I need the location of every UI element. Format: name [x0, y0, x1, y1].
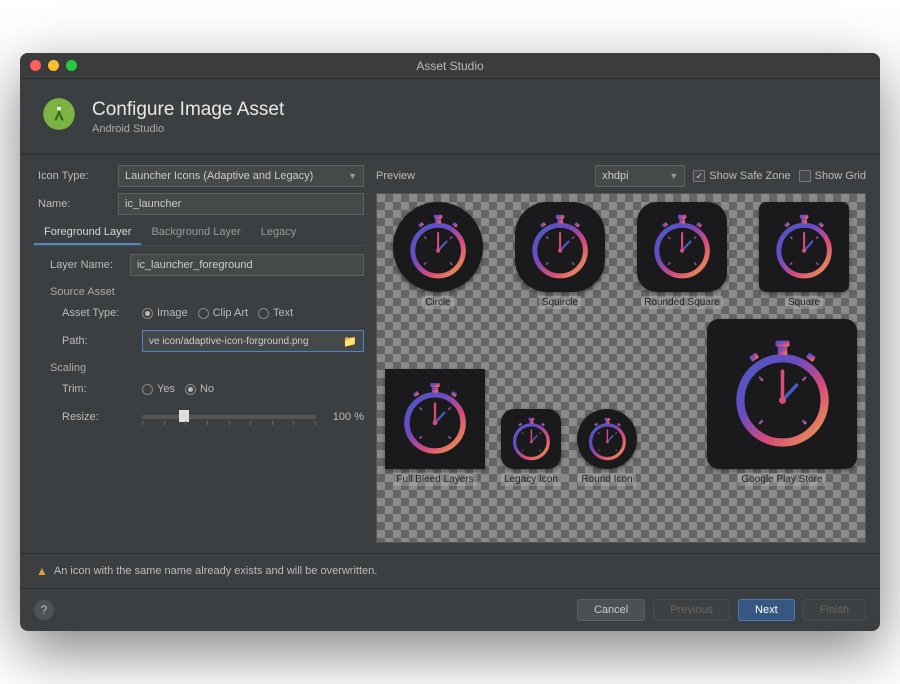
tab-background-layer[interactable]: Background Layer — [141, 221, 250, 245]
trim-label: Trim: — [58, 383, 142, 395]
radio-text[interactable]: Text — [258, 307, 293, 319]
window-title: Asset Studio — [20, 59, 880, 73]
chevron-down-icon: ▼ — [669, 171, 678, 181]
warning-bar: ▲ An icon with the same name already exi… — [20, 553, 880, 588]
tab-foreground-layer[interactable]: Foreground Layer — [34, 221, 141, 245]
cancel-button[interactable]: Cancel — [577, 599, 645, 621]
chevron-down-icon: ▼ — [348, 171, 357, 181]
folder-icon[interactable]: 📁 — [343, 335, 357, 348]
preview-squircle: Squircle — [515, 202, 605, 309]
preview-square: Square — [759, 202, 849, 309]
dialog-footer: ? Cancel Previous Next Finish — [20, 588, 880, 631]
tab-legacy[interactable]: Legacy — [251, 221, 306, 245]
dialog-title: Configure Image Asset — [92, 99, 284, 121]
resize-slider[interactable] — [142, 415, 316, 419]
icon-type-label: Icon Type: — [34, 170, 118, 182]
radio-image[interactable]: Image — [142, 307, 188, 319]
scaling-label: Scaling — [46, 358, 364, 378]
next-button[interactable]: Next — [738, 599, 795, 621]
asset-type-label: Asset Type: — [58, 307, 142, 319]
preview-play-store: Google Play Store — [707, 319, 857, 486]
name-input[interactable] — [118, 193, 364, 215]
resize-value: 100 % — [324, 411, 364, 423]
preview-panel: Preview xhdpi ▼ Show Safe Zone Show Grid — [376, 165, 866, 543]
source-asset-label: Source Asset — [46, 282, 364, 302]
dialog-window: Asset Studio Configure Image Asset Andro… — [20, 53, 880, 631]
icon-type-select[interactable]: Launcher Icons (Adaptive and Legacy) ▼ — [118, 165, 364, 187]
preview-legacy-icon: Legacy Icon — [501, 409, 561, 486]
help-button[interactable]: ? — [34, 600, 54, 620]
previous-button[interactable]: Previous — [653, 599, 730, 621]
config-panel: Icon Type: Launcher Icons (Adaptive and … — [34, 165, 364, 543]
checkbox-safe-zone[interactable]: Show Safe Zone — [693, 170, 790, 182]
preview-area: Circle Squircle Rounded Square Square — [376, 193, 866, 543]
preview-full-bleed: Full Bleed Layers — [385, 369, 485, 486]
radio-trim-no[interactable]: No — [185, 383, 214, 395]
layer-name-label: Layer Name: — [46, 259, 130, 271]
dialog-subtitle: Android Studio — [92, 123, 284, 135]
resize-label: Resize: — [58, 411, 142, 423]
preview-round-icon: Round Icon — [577, 409, 637, 486]
checkbox-show-grid[interactable]: Show Grid — [799, 170, 866, 182]
name-label: Name: — [34, 198, 118, 210]
density-select[interactable]: xhdpi ▼ — [595, 165, 685, 187]
path-label: Path: — [58, 335, 142, 347]
warning-text: An icon with the same name already exist… — [54, 565, 377, 577]
path-input[interactable]: ve icon/adaptive-icon-forground.png 📁 — [142, 330, 364, 352]
dialog-header: Configure Image Asset Android Studio — [20, 79, 880, 155]
radio-clipart[interactable]: Clip Art — [198, 307, 248, 319]
preview-circle: Circle — [393, 202, 483, 309]
preview-label: Preview — [376, 170, 415, 182]
layer-tabs: Foreground Layer Background Layer Legacy — [34, 221, 364, 246]
finish-button[interactable]: Finish — [803, 599, 866, 621]
preview-rounded-square: Rounded Square — [637, 202, 727, 309]
android-studio-icon — [40, 95, 78, 138]
radio-trim-yes[interactable]: Yes — [142, 383, 175, 395]
warning-icon: ▲ — [36, 564, 48, 578]
titlebar: Asset Studio — [20, 53, 880, 79]
layer-name-input[interactable] — [130, 254, 364, 276]
